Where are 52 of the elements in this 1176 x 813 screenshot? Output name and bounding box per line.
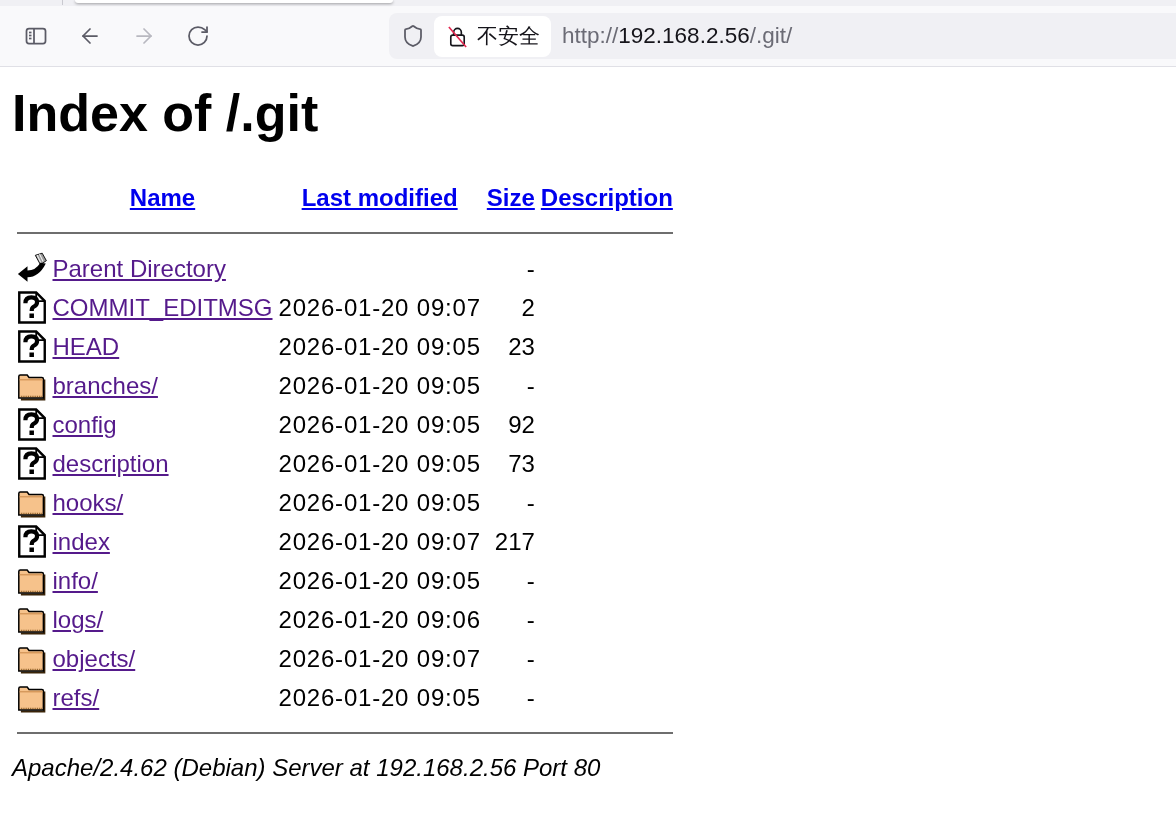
- column-header-link[interactable]: Description: [540, 184, 673, 211]
- question-page-icon: [16, 525, 47, 558]
- column-header-link[interactable]: Name: [129, 184, 196, 211]
- column-header-link[interactable]: Size: [486, 184, 535, 211]
- parent-directory-link[interactable]: Parent Directory: [52, 255, 226, 282]
- file-size: 73: [508, 450, 535, 477]
- modified-date: 2026-01-20 09:07: [278, 528, 481, 555]
- modified-date: 2026-01-20 09:05: [278, 684, 481, 711]
- modified-date: 2026-01-20 09:05: [278, 489, 481, 516]
- file-link[interactable]: COMMIT_EDITMSG: [52, 294, 273, 321]
- file-link[interactable]: index: [52, 528, 110, 555]
- modified-date: 2026-01-20 09:05: [278, 372, 481, 399]
- question-page-icon: [16, 291, 47, 324]
- url-field[interactable]: http://192.168.2.56/.git/: [562, 23, 793, 49]
- modified-date: 2026-01-20 09:05: [278, 333, 481, 360]
- file-link[interactable]: config: [52, 411, 117, 438]
- file-size: -: [526, 372, 535, 399]
- modified-date: 2026-01-20 09:05: [278, 411, 481, 438]
- reload-icon: [186, 24, 210, 48]
- curved-arrow-icon: [16, 252, 47, 285]
- folder-link[interactable]: logs/: [52, 606, 104, 633]
- file-size: 92: [508, 411, 535, 438]
- question-page-icon: [16, 447, 47, 480]
- modified-date: 2026-01-20 09:06: [278, 606, 481, 633]
- column-header-link[interactable]: Last modified: [301, 184, 458, 211]
- modified-date: 2026-01-20 09:05: [278, 567, 481, 594]
- file-link[interactable]: HEAD: [52, 333, 120, 360]
- question-page-icon: [16, 408, 47, 441]
- modified-date: 2026-01-20 09:07: [278, 645, 481, 672]
- file-size: -: [526, 645, 535, 672]
- file-size: -: [526, 684, 535, 711]
- question-page-icon: [16, 330, 47, 363]
- folder-link[interactable]: hooks/: [52, 489, 124, 516]
- crossed-lock-icon: [446, 24, 469, 48]
- page-heading: Index of /.git: [12, 83, 320, 143]
- file-size: 2: [521, 294, 535, 321]
- folder-link[interactable]: branches/: [52, 372, 158, 399]
- file-size: 217: [494, 528, 535, 555]
- security-button[interactable]: 不安全: [434, 15, 551, 57]
- file-size: -: [526, 567, 535, 594]
- server-signature: Apache/2.4.62 (Debian) Server at 192.168.2.56 Port 80: [12, 753, 602, 782]
- file-size: -: [526, 489, 535, 516]
- modified-date: 2026-01-20 09:05: [278, 450, 481, 477]
- file-size: 23: [508, 333, 535, 360]
- modified-date: 2026-01-20 09:07: [278, 294, 481, 321]
- folder-link[interactable]: refs/: [52, 684, 100, 711]
- file-size: -: [526, 606, 535, 633]
- file-size: -: [526, 255, 535, 282]
- folder-link[interactable]: objects/: [52, 645, 136, 672]
- file-link[interactable]: description: [52, 450, 169, 477]
- folder-link[interactable]: info/: [52, 567, 98, 594]
- shield-icon[interactable]: [401, 24, 425, 48]
